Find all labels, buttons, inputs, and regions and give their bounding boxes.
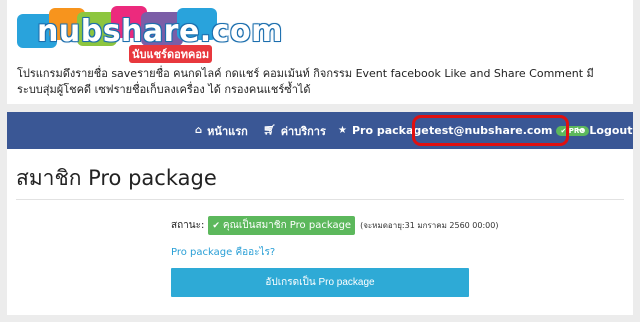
nav-logout[interactable]: ↪ Logout <box>576 112 632 149</box>
check-icon: ✔ <box>212 220 220 231</box>
pro-info-link[interactable]: Pro package คืออะไร? <box>171 245 275 260</box>
cart-icon: 🛒︎ <box>263 125 276 136</box>
nav-pricing-label: ค่าบริการ <box>280 124 326 138</box>
site-header: nubshare.com นับแชร์ดอทคอม โปรแกรมดึงราย… <box>7 0 633 104</box>
page-title: สมาชิก Pro package <box>16 166 217 190</box>
star-icon: ★ <box>338 125 347 136</box>
expiry-date: (จะหมดอายุ:31 มกราคม 2560 00:00) <box>360 221 499 230</box>
upgrade-button[interactable]: อัปเกรดเป็น Pro package <box>171 268 469 297</box>
home-icon: ⌂ <box>195 125 203 136</box>
nav-pricing[interactable]: 🛒︎ ค่าบริการ <box>263 112 326 149</box>
title-divider <box>16 199 624 200</box>
logo-text: nubshare.com <box>37 14 283 49</box>
user-highlight-circle <box>412 115 569 146</box>
status-badge: ✔ คุณเป็นสมาชิก Pro package <box>208 216 356 235</box>
nav-logout-label: Logout <box>589 124 633 137</box>
logo-subtitle: นับแชร์ดอทคอม <box>129 45 213 63</box>
main-content: สมาชิก Pro package สถานะ: ✔ คุณเป็นสมาชิ… <box>7 149 633 315</box>
site-description: โปรแกรมดึงรายชื่อ saveรายชื่อ คนกดไลค์ ก… <box>17 67 594 96</box>
logout-icon: ↪ <box>576 125 585 136</box>
status-badge-text: คุณเป็นสมาชิก Pro package <box>222 220 352 231</box>
nav-home-label: หน้าแรก <box>207 124 248 138</box>
site-logo[interactable]: nubshare.com นับแชร์ดอทคอม <box>17 6 282 63</box>
membership-status: สถานะ: ✔ คุณเป็นสมาชิก Pro package (จะหม… <box>171 216 498 235</box>
nav-home[interactable]: ⌂ หน้าแรก <box>195 112 248 149</box>
status-label: สถานะ: <box>171 220 205 231</box>
